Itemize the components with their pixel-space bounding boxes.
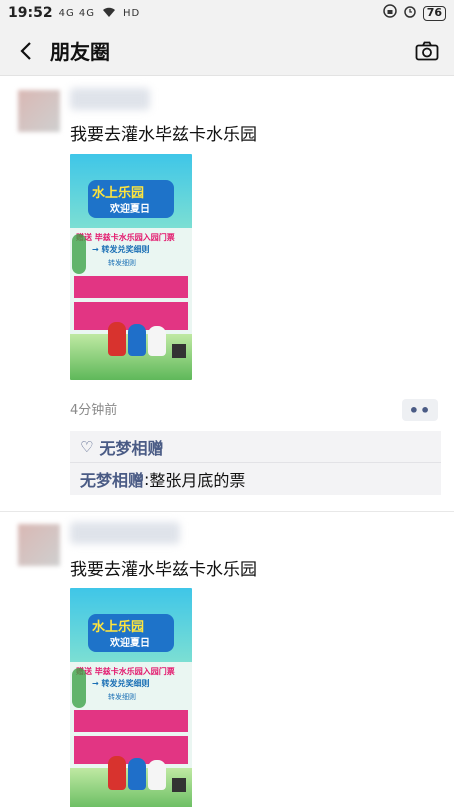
likes-row: ♡ 无梦相赠 bbox=[70, 431, 441, 463]
more-actions-button[interactable]: •• bbox=[402, 399, 438, 421]
poster-subtitle: 欢迎夏日 bbox=[110, 638, 150, 649]
poster-line: 赠送 毕兹卡水乐园入园门票 bbox=[76, 233, 175, 242]
poster-line: → 转发兑奖细则 bbox=[92, 245, 150, 254]
poster-body: 赠送 毕兹卡水乐园入园门票 → 转发兑奖细则 转发细则 bbox=[70, 662, 192, 768]
poster-line: 转发细则 bbox=[108, 693, 136, 701]
wifi-icon bbox=[101, 6, 117, 21]
palm-tree-graphic bbox=[72, 234, 86, 274]
more-dots-icon: •• bbox=[408, 400, 432, 420]
mascot-figure bbox=[108, 322, 126, 356]
mascot-figure bbox=[108, 756, 126, 790]
qr-code bbox=[172, 344, 186, 358]
post-text: 我要去灌水毕兹卡水乐园 bbox=[70, 560, 257, 580]
mascot-figure bbox=[128, 758, 146, 790]
comment-item[interactable]: 无梦相赠 : 整张月底的票 bbox=[70, 463, 441, 495]
status-bar: 19:52 4G 4G HD 76 bbox=[0, 0, 454, 26]
battery-indicator: 76 bbox=[422, 5, 446, 21]
post-divider bbox=[0, 511, 454, 512]
mascot-figure bbox=[148, 760, 166, 790]
poster-banner: 水上乐园 欢迎夏日 bbox=[88, 180, 174, 218]
poster-line: → 转发兑奖细则 bbox=[92, 679, 150, 688]
poster-subtitle: 欢迎夏日 bbox=[110, 204, 150, 215]
post-image[interactable]: 水上乐园 欢迎夏日 赠送 毕兹卡水乐园入园门票 → 转发兑奖细则 转发细则 bbox=[70, 154, 192, 380]
camera-icon bbox=[415, 41, 439, 60]
poster-body: 赠送 毕兹卡水乐园入园门票 → 转发兑奖细则 转发细则 bbox=[70, 228, 192, 334]
poster-banner: 水上乐园 欢迎夏日 bbox=[88, 614, 174, 652]
poster-block bbox=[74, 710, 188, 732]
palm-tree-graphic bbox=[72, 668, 86, 708]
mascot-figure bbox=[148, 326, 166, 356]
poster-title: 水上乐园 bbox=[92, 620, 145, 635]
comment-author[interactable]: 无梦相赠 bbox=[80, 467, 144, 491]
camera-button[interactable] bbox=[414, 38, 440, 64]
liker-name[interactable]: 无梦相赠 bbox=[99, 435, 163, 459]
qr-code bbox=[172, 778, 186, 792]
signal-icon: 4G 4G bbox=[58, 7, 95, 19]
avatar[interactable] bbox=[18, 524, 60, 566]
author-name-blurred[interactable] bbox=[70, 88, 150, 110]
poster-title: 水上乐园 bbox=[92, 186, 145, 201]
mascot-figure bbox=[128, 324, 146, 356]
status-time: 19:52 bbox=[8, 5, 53, 21]
lock-rotation-icon bbox=[382, 4, 397, 22]
page-title: 朋友圈 bbox=[50, 40, 110, 64]
interactions-box: ♡ 无梦相赠 无梦相赠 : 整张月底的票 bbox=[70, 431, 441, 495]
post-text: 我要去灌水毕兹卡水乐园 bbox=[70, 125, 257, 145]
poster-line: 赠送 毕兹卡水乐园入园门票 bbox=[76, 667, 175, 676]
poster-line: 转发细则 bbox=[108, 259, 136, 267]
avatar[interactable] bbox=[18, 90, 60, 132]
poster-block bbox=[74, 276, 188, 298]
chevron-left-icon bbox=[20, 41, 31, 60]
comment-text: 整张月底的票 bbox=[149, 471, 246, 490]
post-image[interactable]: 水上乐园 欢迎夏日 赠送 毕兹卡水乐园入园门票 → 转发兑奖细则 转发细则 bbox=[70, 588, 192, 807]
hd-indicator: HD bbox=[122, 7, 141, 19]
moments-header: 朋友圈 bbox=[0, 26, 454, 76]
post-timestamp: 4分钟前 bbox=[70, 403, 118, 418]
alarm-icon bbox=[403, 4, 417, 22]
author-name-blurred[interactable] bbox=[70, 522, 180, 544]
heart-icon: ♡ bbox=[80, 437, 94, 456]
back-button[interactable] bbox=[14, 39, 38, 63]
